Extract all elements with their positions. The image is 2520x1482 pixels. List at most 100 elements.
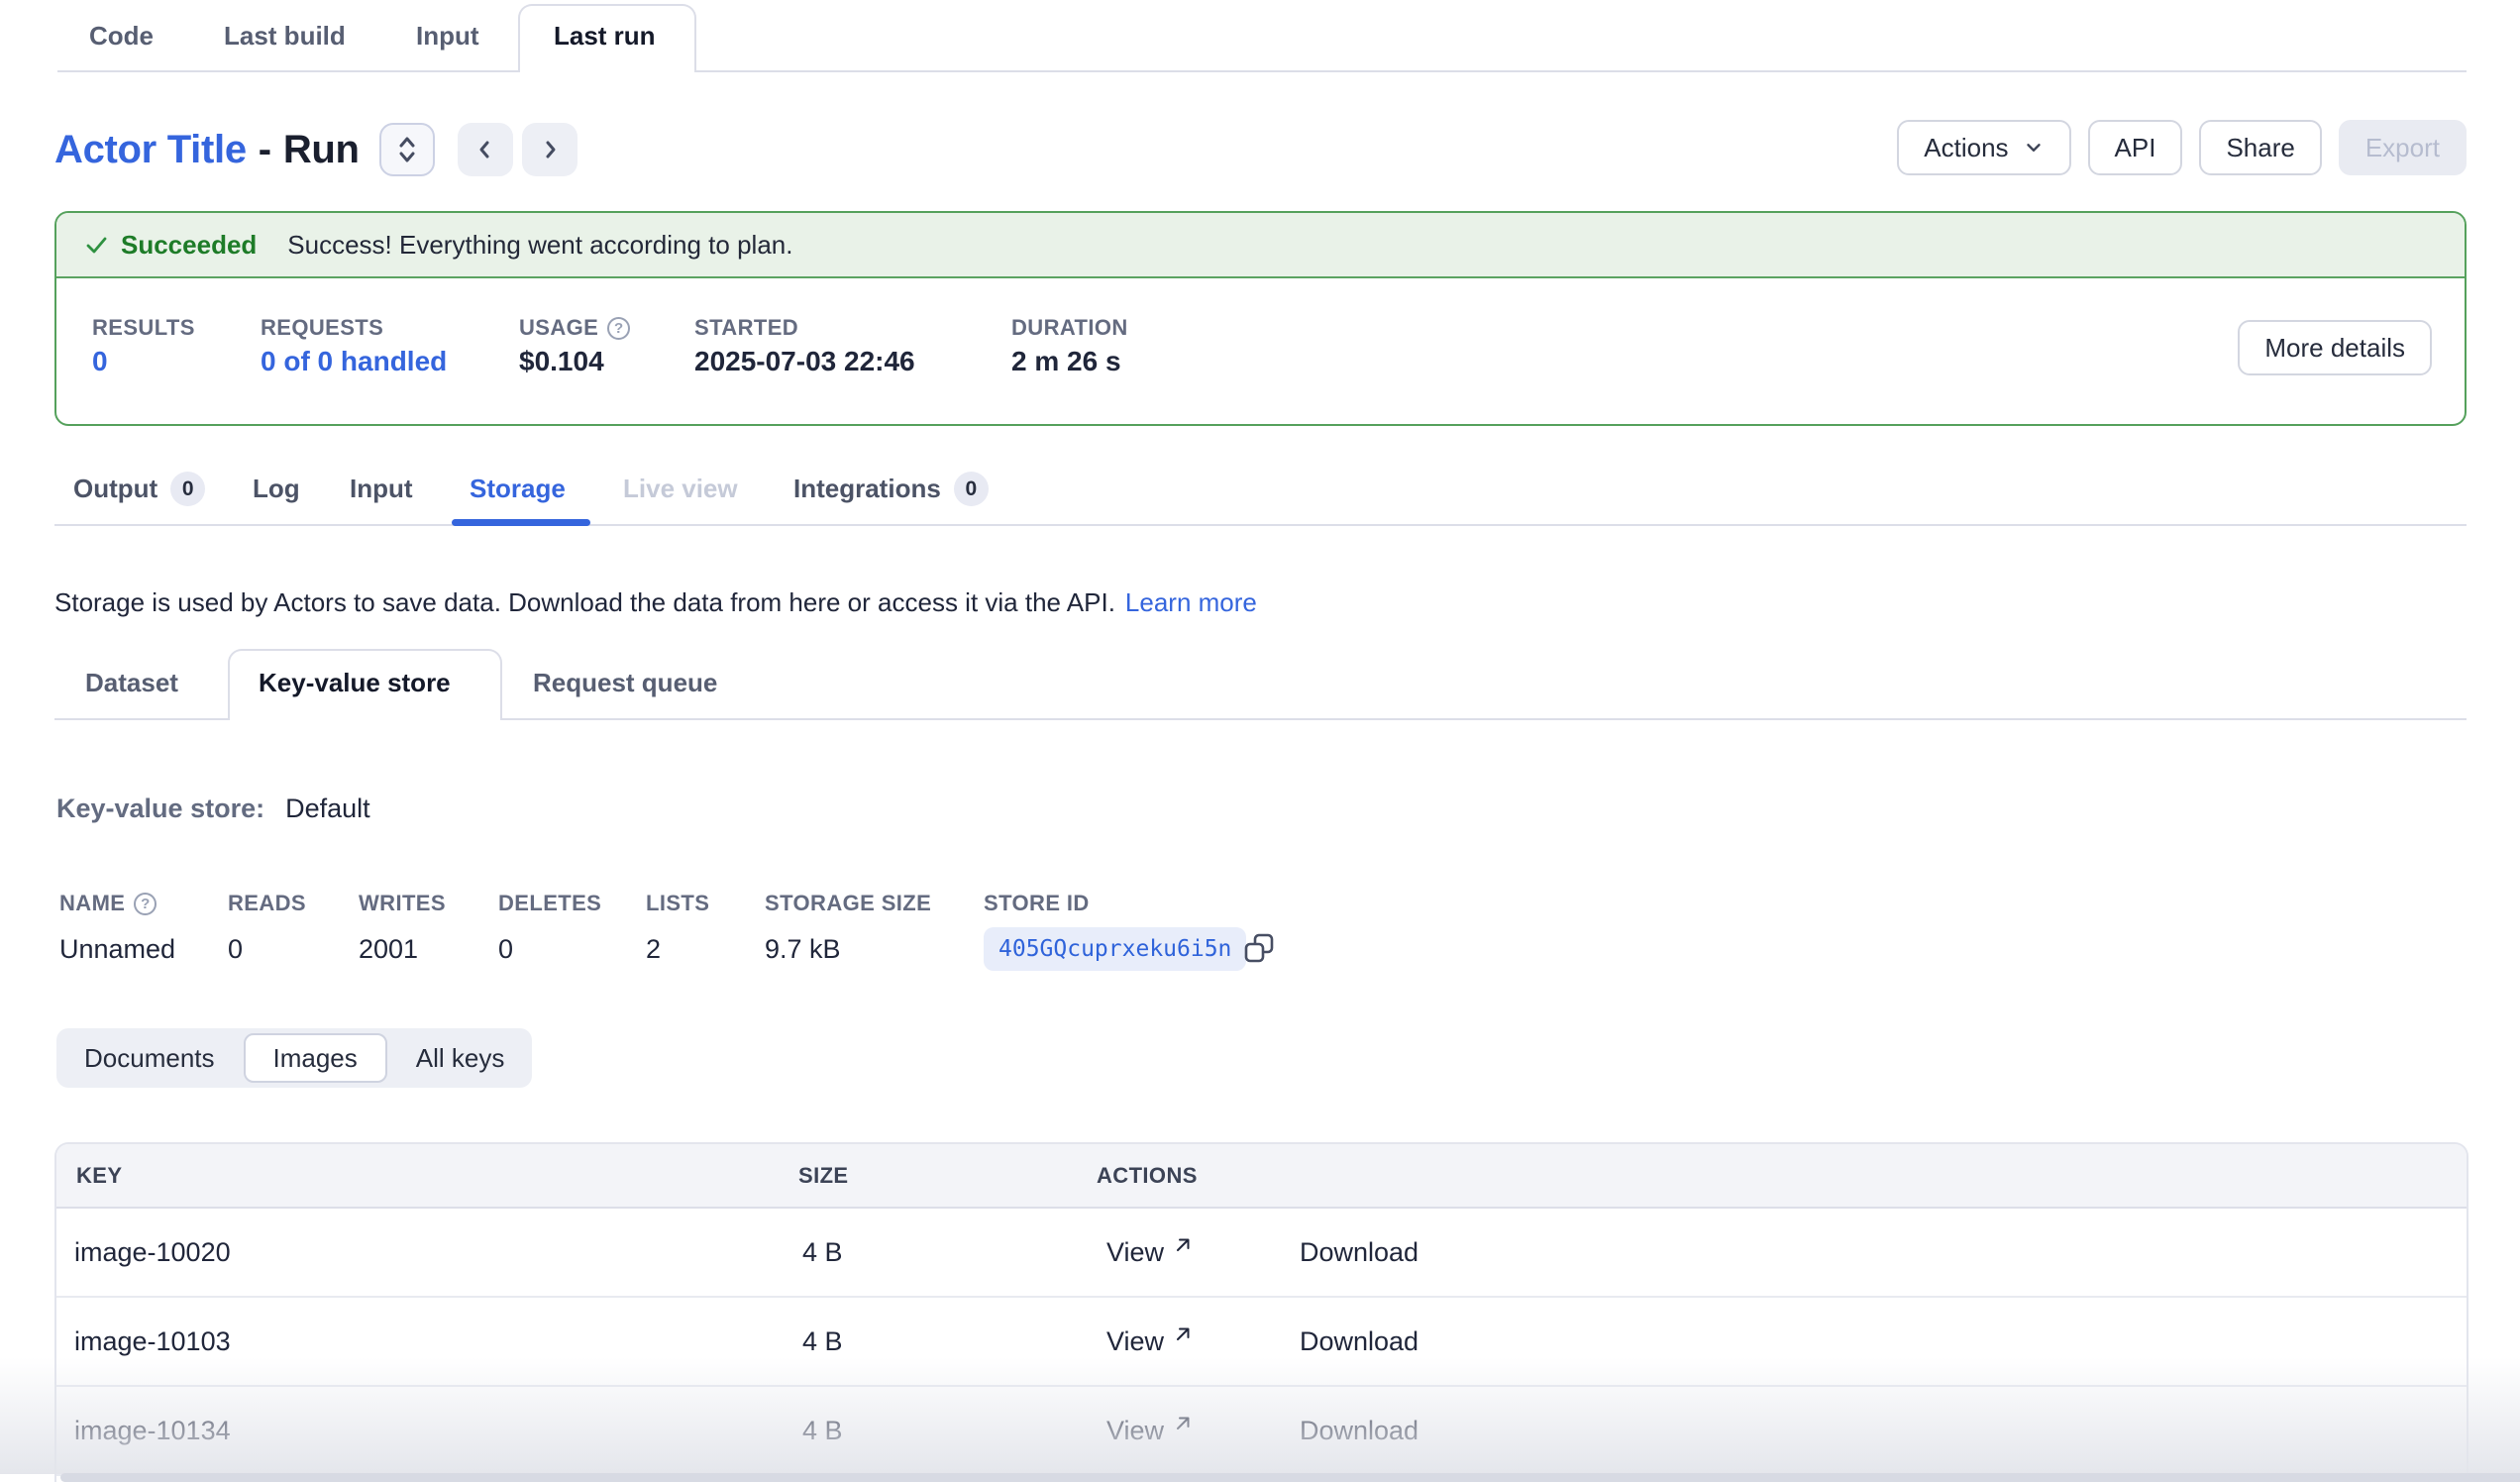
title-separator: -	[259, 128, 271, 172]
row-key: image-10134	[74, 1387, 231, 1474]
lists-cell: 2	[646, 934, 661, 965]
name-label-text: NAME	[59, 891, 125, 916]
tab-integrations[interactable]: Integrations 0	[793, 454, 989, 524]
view-link[interactable]: View	[1106, 1298, 1192, 1385]
stat-started-label: STARTED	[694, 315, 798, 341]
reads-cell: 0	[228, 934, 243, 965]
tab-dataset[interactable]: Dataset	[85, 647, 178, 718]
filter-documents[interactable]: Documents	[56, 1028, 243, 1088]
download-link-label: Download	[1300, 1326, 1418, 1357]
stat-requests-value[interactable]: 0 of 0 handled	[261, 346, 447, 377]
writes-header: WRITES	[359, 891, 446, 916]
learn-more-link[interactable]: Learn more	[1125, 587, 1257, 618]
lists-header: LISTS	[646, 891, 709, 916]
tab-output[interactable]: Output 0	[73, 454, 205, 524]
api-button[interactable]: API	[2088, 120, 2183, 175]
run-label: Run	[283, 128, 360, 172]
tab-code[interactable]: Code	[89, 0, 154, 71]
row-size: 4 B	[802, 1298, 843, 1385]
stat-started-value: 2025-07-03 22:46	[694, 346, 915, 377]
more-details-button[interactable]: More details	[2238, 320, 2432, 375]
run-selector-button[interactable]	[379, 123, 435, 176]
download-link-label: Download	[1300, 1237, 1418, 1268]
run-tabbar: Output 0 Log Input Storage Live view Int…	[0, 454, 2520, 526]
stat-duration-label: DURATION	[1011, 315, 1128, 341]
tab-log[interactable]: Log	[253, 454, 300, 524]
store-name-row: Key-value store: Default	[56, 788, 370, 829]
tab-input[interactable]: Input	[416, 0, 479, 71]
table-row: image-10103 4 B View Download	[56, 1298, 2467, 1387]
row-size: 4 B	[802, 1387, 843, 1474]
check-icon	[83, 232, 110, 259]
tab-key-value-store[interactable]: Key-value store	[259, 647, 451, 718]
export-button: Export	[2339, 120, 2467, 175]
tab-last-run[interactable]: Last run	[554, 0, 656, 71]
run-status-card: Succeeded Success! Everything went accor…	[54, 211, 2467, 426]
page-title: Actor Title - Run	[54, 120, 360, 179]
tab-storage[interactable]: Storage	[470, 454, 566, 524]
tab-last-build[interactable]: Last build	[224, 0, 346, 71]
writes-cell: 2001	[359, 934, 418, 965]
next-run-button[interactable]	[522, 123, 578, 176]
usage-label-text: USAGE	[519, 315, 598, 341]
actor-run-page: Code Last build Input Last run Actor Tit…	[0, 0, 2520, 1482]
actions-button[interactable]: Actions	[1897, 120, 2070, 175]
store-name-header: NAME ?	[59, 891, 157, 916]
download-link[interactable]: Download	[1300, 1209, 1418, 1296]
stat-usage-value: $0.104	[519, 346, 604, 377]
store-name-label: Key-value store:	[56, 794, 264, 824]
view-link-label: View	[1106, 1416, 1164, 1446]
header-actions: Actions API Share Export	[1897, 120, 2467, 175]
store-name-cell: Unnamed	[59, 934, 175, 965]
actor-title-link[interactable]: Actor Title	[54, 128, 247, 172]
column-header-actions: ACTIONS	[1097, 1144, 1198, 1207]
filter-images[interactable]: Images	[244, 1033, 387, 1083]
horizontal-scrollbar[interactable]	[60, 1473, 2520, 1482]
store-stats: NAME ? READS WRITES DELETES LISTS STORAG…	[0, 885, 2520, 979]
tab-integrations-label: Integrations	[793, 474, 941, 504]
tab-live-view: Live view	[623, 454, 738, 524]
tab-output-label: Output	[73, 474, 158, 504]
tab-run-input[interactable]: Input	[350, 454, 413, 524]
row-size: 4 B	[802, 1209, 843, 1296]
success-banner: Succeeded Success! Everything went accor…	[56, 213, 2465, 278]
storage-size-cell: 9.7 kB	[765, 934, 841, 965]
active-tab-underline	[452, 519, 590, 526]
store-id-value[interactable]: 405GQcuprxeku6i5n	[984, 927, 1246, 971]
external-link-icon	[1173, 1235, 1192, 1254]
download-link[interactable]: Download	[1300, 1387, 1418, 1474]
storage-tabbar: Dataset Key-value store Request queue	[0, 647, 2520, 720]
reads-header: READS	[228, 891, 306, 916]
deletes-header: DELETES	[498, 891, 601, 916]
table-row: image-10020 4 B View Download	[56, 1209, 2467, 1298]
keys-table: KEY SIZE ACTIONS image-10020 4 B View	[54, 1142, 2468, 1482]
run-tabbar-divider	[54, 524, 2467, 526]
table-header: KEY SIZE ACTIONS	[56, 1144, 2467, 1209]
actor-tabbar: Code Last build Input Last run	[0, 0, 2520, 72]
view-link[interactable]: View	[1106, 1209, 1192, 1296]
view-link[interactable]: View	[1106, 1387, 1192, 1474]
stat-results-value[interactable]: 0	[92, 346, 108, 377]
key-filter-segmented-control: Documents Images All keys	[56, 1028, 532, 1088]
previous-run-button[interactable]	[458, 123, 513, 176]
download-link[interactable]: Download	[1300, 1298, 1418, 1385]
storage-description: Storage is used by Actors to save data. …	[54, 582, 1257, 622]
view-link-label: View	[1106, 1326, 1164, 1357]
share-button[interactable]: Share	[2199, 120, 2321, 175]
status-badge: Succeeded	[121, 230, 257, 261]
row-key: image-10103	[74, 1298, 231, 1385]
stat-requests-label: REQUESTS	[261, 315, 383, 341]
usage-help-icon[interactable]: ?	[607, 317, 630, 340]
storage-description-text: Storage is used by Actors to save data. …	[54, 587, 1115, 618]
name-help-icon[interactable]: ?	[134, 893, 157, 915]
copy-store-id-button[interactable]	[1241, 930, 1277, 966]
chevron-down-icon	[2023, 137, 2045, 159]
store-name-value: Default	[285, 794, 370, 824]
filter-all-keys[interactable]: All keys	[388, 1028, 533, 1088]
storage-size-header: STORAGE SIZE	[765, 891, 931, 916]
tab-request-queue[interactable]: Request queue	[533, 647, 717, 718]
title-row: Actor Title - Run	[0, 120, 2520, 179]
chevron-left-icon	[473, 138, 497, 161]
table-body: image-10020 4 B View Download	[56, 1209, 2467, 1476]
download-link-label: Download	[1300, 1416, 1418, 1446]
